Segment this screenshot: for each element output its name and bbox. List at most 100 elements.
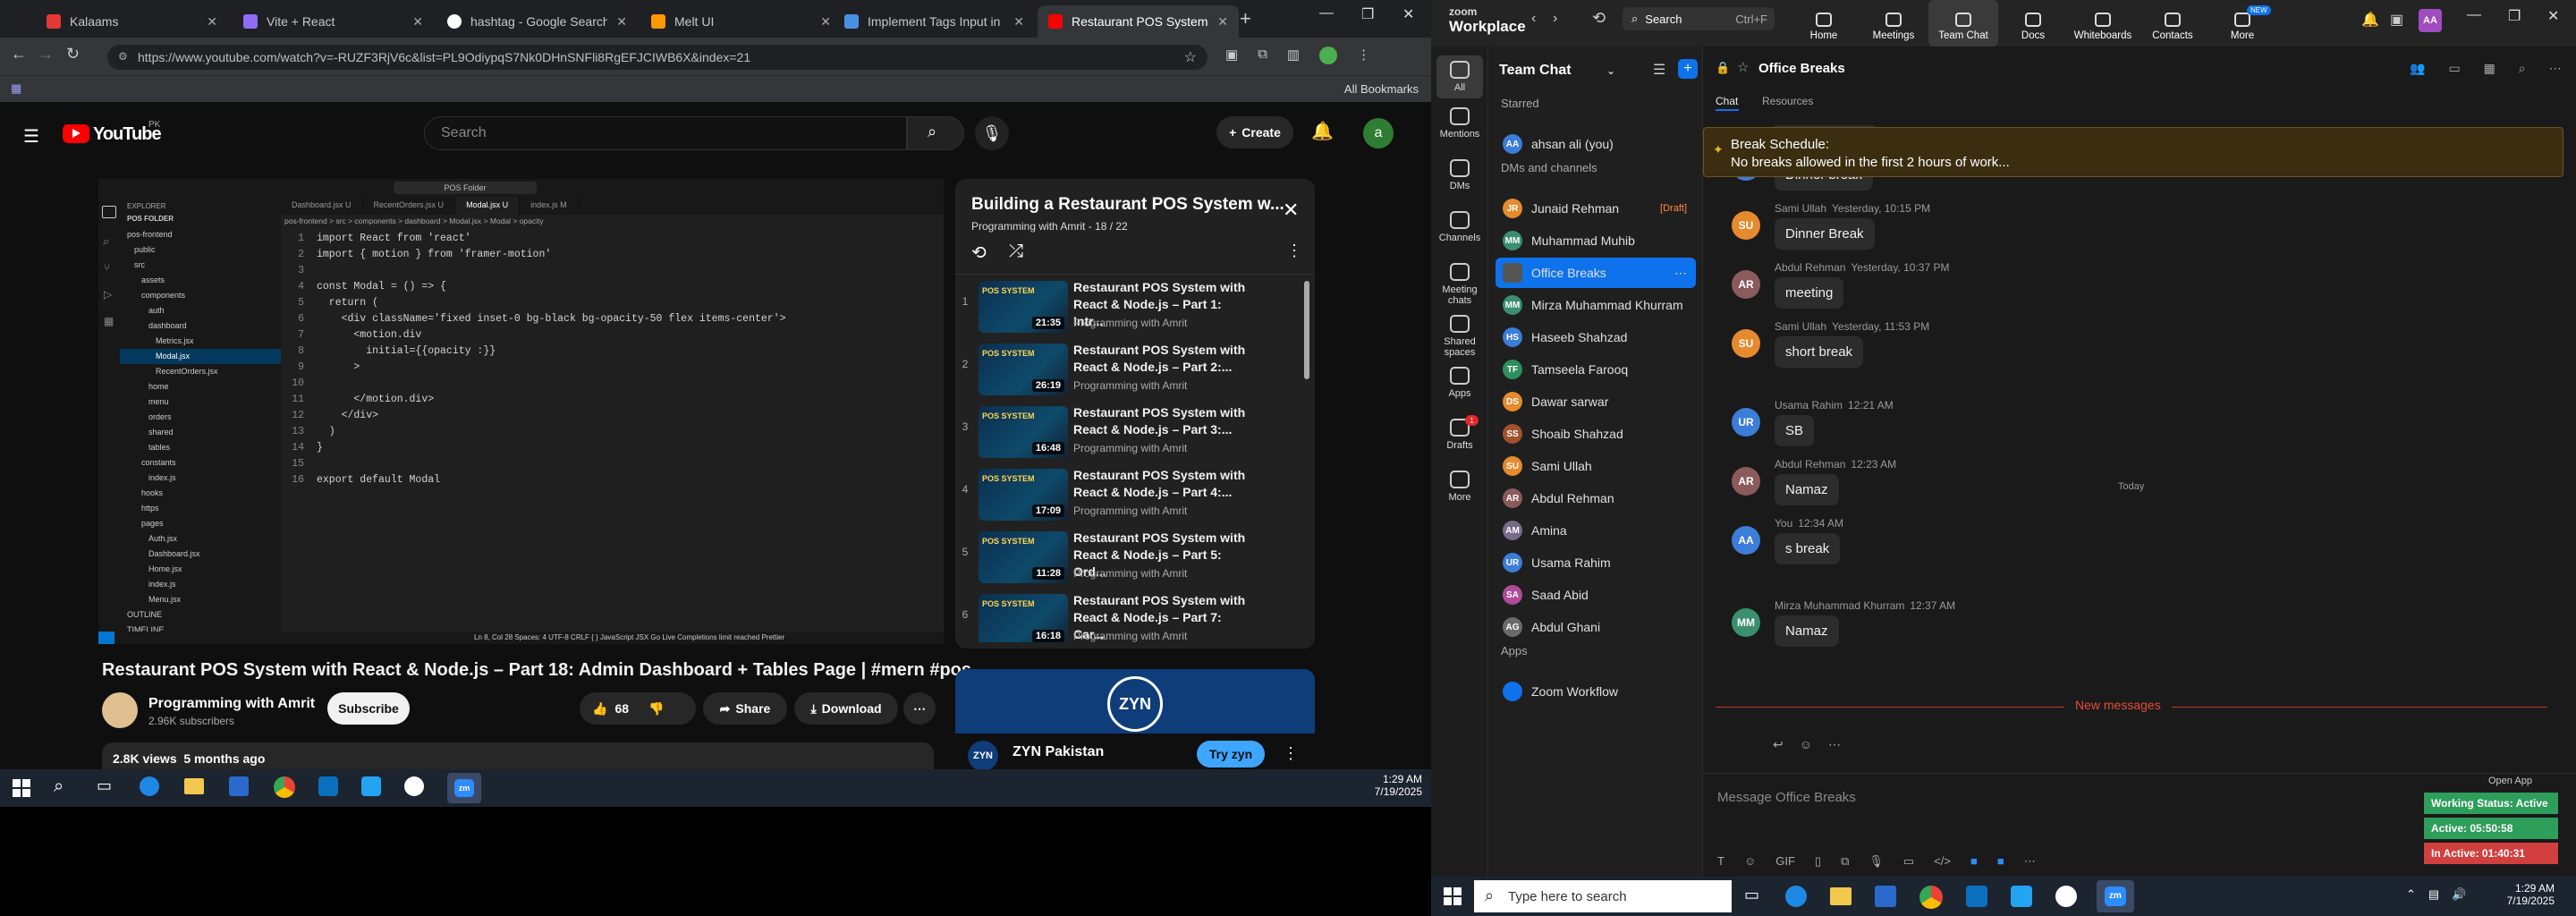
microphone-icon[interactable]: 🎙 xyxy=(975,116,1009,150)
editor-tab[interactable]: index.js M xyxy=(520,197,579,215)
tree-item[interactable]: https xyxy=(120,501,281,516)
section-header-starred[interactable]: Starred xyxy=(1501,97,1539,110)
rail-shared-spaces[interactable]: Shared spaces xyxy=(1431,315,1488,358)
chat-item[interactable]: UR Usama Rahim xyxy=(1496,547,1696,578)
app-icon[interactable] xyxy=(318,776,338,796)
pinned-banner[interactable]: ✦ Break Schedule: No breaks allowed in t… xyxy=(1703,127,2563,177)
thumbs-up-icon[interactable]: 👍 xyxy=(592,701,607,717)
sender-avatar[interactable]: AR xyxy=(1732,270,1760,299)
profile-avatar[interactable] xyxy=(1319,47,1338,64)
browser-tab[interactable]: Kalaams ✕ xyxy=(36,5,228,38)
search-icon[interactable]: ⌕ xyxy=(54,776,64,797)
gif-icon[interactable]: GIF xyxy=(1775,854,1795,869)
menu-dots-icon[interactable]: ⋮ xyxy=(1357,47,1370,68)
playlist-item[interactable]: 4 POS SYSTEM 17:09 Restaurant POS System wi… xyxy=(955,463,1315,526)
app-icon[interactable] xyxy=(404,776,424,796)
playlist-item[interactable]: 1 POS SYSTEM 21:35 Restaurant POS System wi… xyxy=(955,276,1315,338)
store-icon[interactable] xyxy=(1875,886,1896,907)
screenshot-icon[interactable]: ⧉ xyxy=(1841,854,1849,869)
section-header-apps[interactable]: Apps xyxy=(1501,644,1528,657)
team-chat-title[interactable]: Team Chat xyxy=(1499,63,1572,79)
tree-item[interactable]: tables xyxy=(120,440,281,455)
file-explorer-icon[interactable] xyxy=(184,778,204,794)
channel-avatar[interactable] xyxy=(102,692,138,728)
tab-chat[interactable]: Chat xyxy=(1716,95,1738,107)
sender-name[interactable]: Sami Ullah xyxy=(1775,202,1826,215)
message-bubble[interactable]: s break xyxy=(1775,533,1841,564)
browser-tab[interactable]: Vite + React ✕ xyxy=(233,5,434,38)
sender-name[interactable]: Abdul Rehman xyxy=(1775,458,1845,471)
message-bubble[interactable]: SB xyxy=(1775,415,1815,446)
nav-home[interactable]: Home xyxy=(1789,0,1859,47)
tree-item[interactable]: Modal.jsx xyxy=(120,349,281,364)
close-icon[interactable]: ✕ xyxy=(1013,14,1024,30)
new-chat-button[interactable]: + xyxy=(1678,59,1698,79)
sender-avatar[interactable]: SU xyxy=(1732,211,1760,240)
windows-start-icon[interactable] xyxy=(1444,887,1462,905)
close-window-button[interactable]: ✕ xyxy=(2547,7,2559,25)
chat-item[interactable]: Office Breaks ⋯ xyxy=(1496,258,1696,288)
tree-item[interactable]: Metrics.jsx xyxy=(120,334,281,349)
close-icon[interactable]: ✕ xyxy=(616,14,627,30)
chat-item[interactable]: JR Junaid Rehman [Draft] xyxy=(1496,193,1696,224)
more-options-icon[interactable]: ⋮ xyxy=(1286,242,1302,260)
share-button[interactable]: ➦ Share xyxy=(703,692,787,725)
back-arrow-icon[interactable]: ← xyxy=(11,45,27,64)
emoji-icon[interactable]: ☺ xyxy=(1744,854,1756,869)
rail-more[interactable]: More xyxy=(1431,471,1488,503)
video-thumbnail[interactable]: POS SYSTEM 11:28 xyxy=(979,531,1068,583)
search-icon[interactable]: ⌕ xyxy=(2519,61,2526,76)
minimize-button[interactable]: — xyxy=(1319,5,1334,21)
more-options-icon[interactable]: ⋯ xyxy=(2024,854,2036,869)
tree-item[interactable]: Menu.jsx xyxy=(120,592,281,607)
tree-item[interactable]: menu xyxy=(120,394,281,410)
task-view-icon[interactable]: ▭ xyxy=(1744,886,1759,904)
message-bubble[interactable]: Namaz xyxy=(1775,474,1839,505)
section-header-dms[interactable]: DMs and channels xyxy=(1501,161,1597,174)
download-button[interactable]: ⤓ Download xyxy=(794,692,898,725)
tree-item[interactable]: public xyxy=(120,242,281,258)
app-item[interactable]: Zoom Workflow xyxy=(1496,676,1696,707)
forward-arrow-icon[interactable]: → xyxy=(38,45,54,64)
message-input[interactable]: Message Office Breaks xyxy=(1717,790,2397,805)
close-window-button[interactable]: ✕ xyxy=(1402,5,1414,23)
tree-item[interactable]: index.js xyxy=(120,577,281,592)
sender-name[interactable]: Mirza Muhammad Khurram xyxy=(1775,599,1904,612)
network-icon[interactable]: ▤ xyxy=(2428,887,2439,902)
browser-tab[interactable]: hashtag - Google Search ✕ xyxy=(436,5,638,38)
code-icon[interactable]: </> xyxy=(1934,854,1951,869)
chat-item[interactable]: SA Saad Abid xyxy=(1496,580,1696,610)
sender-avatar[interactable]: MM xyxy=(1732,608,1760,637)
chat-item[interactable]: MM Mirza Muhammad Khurram xyxy=(1496,290,1696,320)
message-bubble[interactable]: short break xyxy=(1775,336,1864,368)
edge-icon[interactable] xyxy=(1785,886,1807,907)
video-thumbnail[interactable]: POS SYSTEM 21:35 xyxy=(979,281,1068,333)
bell-icon[interactable]: 🔔 xyxy=(2361,11,2379,29)
tree-item[interactable]: auth xyxy=(120,303,281,318)
nav-meetings[interactable]: Meetings xyxy=(1859,0,1928,47)
tree-item[interactable]: Auth.jsx xyxy=(120,531,281,547)
tree-item[interactable]: index.js xyxy=(120,471,281,486)
playlist-item[interactable]: 5 POS SYSTEM 11:28 Restaurant POS System wi… xyxy=(955,526,1315,589)
sender-name[interactable]: You xyxy=(1775,517,1792,530)
chevron-down-icon[interactable]: ⌄ xyxy=(1606,64,1615,77)
tree-item[interactable]: dashboard xyxy=(120,318,281,334)
calendar-icon[interactable]: ▦ xyxy=(2484,61,2496,76)
scrollbar[interactable] xyxy=(1304,281,1309,379)
tree-item[interactable]: orders xyxy=(120,410,281,425)
more-options-icon[interactable]: ⋯ xyxy=(2549,61,2562,76)
tree-item[interactable]: Home.jsx xyxy=(120,562,281,577)
channel-name[interactable]: Programming with Amrit xyxy=(148,696,315,712)
app-icon[interactable]: ■ xyxy=(1997,854,2004,869)
video-icon[interactable]: ▭ xyxy=(1903,854,1914,869)
minimize-button[interactable]: — xyxy=(2467,7,2481,23)
app-icon[interactable] xyxy=(2055,886,2077,907)
chat-item[interactable]: HS Haseeb Shahzad xyxy=(1496,322,1696,352)
close-icon[interactable]: ✕ xyxy=(207,14,217,30)
channel-title[interactable]: Office Breaks xyxy=(1758,61,1845,76)
message-bubble[interactable]: meeting xyxy=(1775,277,1844,309)
more-actions-button[interactable]: ⋯ xyxy=(903,692,936,725)
nav-more[interactable]: More NEW xyxy=(2207,0,2277,47)
rail-mentions[interactable]: Mentions xyxy=(1431,107,1488,140)
close-icon[interactable]: ✕ xyxy=(1283,199,1299,222)
